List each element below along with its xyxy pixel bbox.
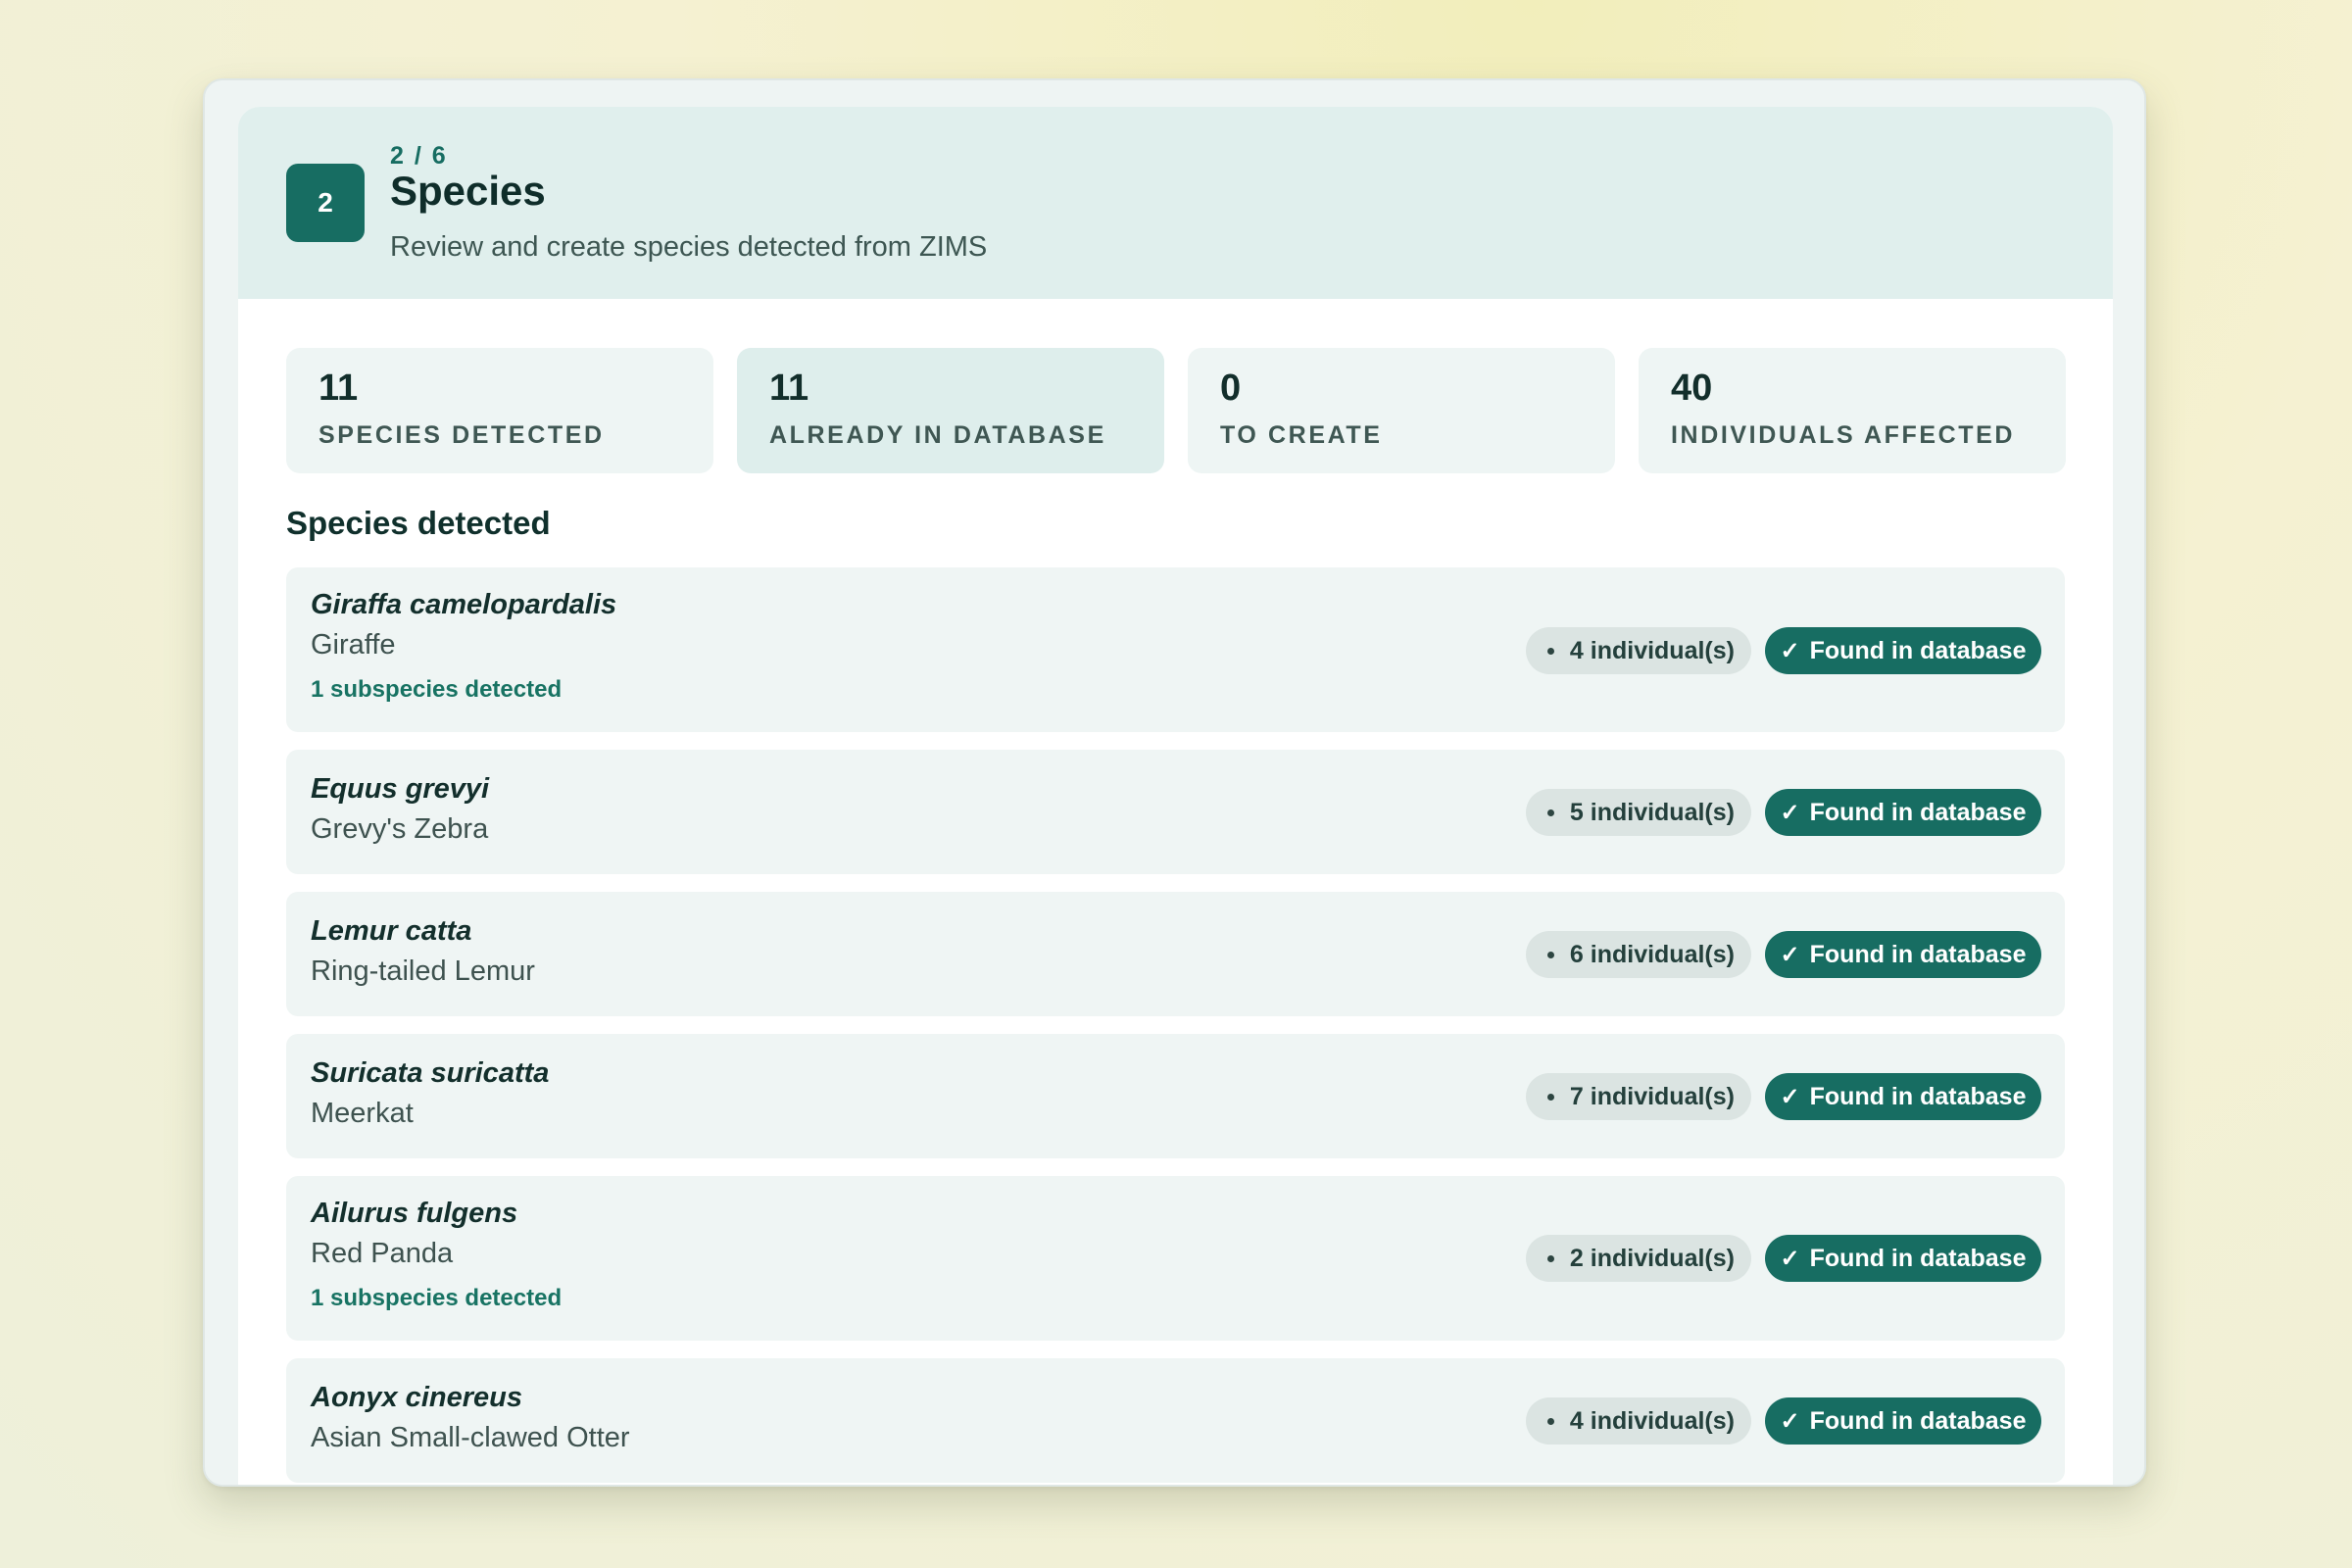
bullet-dot-icon	[1546, 951, 1554, 958]
stat-value: 11	[769, 368, 809, 409]
stat-label: TO CREATE	[1220, 421, 1383, 449]
status-label: Found in database	[1809, 940, 2027, 968]
stat-value: 0	[1220, 368, 1242, 409]
stat-label: ALREADY IN DATABASE	[769, 421, 1106, 449]
common-name: Asian Small-clawed Otter	[311, 1422, 630, 1453]
individuals-count-badge: 7 individual(s)	[1525, 1073, 1751, 1120]
individuals-count-label: 4 individual(s)	[1569, 636, 1735, 664]
individuals-count-badge: 5 individual(s)	[1525, 789, 1751, 836]
individuals-count-label: 2 individual(s)	[1569, 1244, 1735, 1272]
checkmark-icon: ✓	[1780, 1407, 1800, 1435]
species-row[interactable]: Equus grevyi Grevy's Zebra 5 individual(…	[286, 750, 2065, 874]
species-row[interactable]: Ailurus fulgens Red Panda 1 subspecies d…	[286, 1176, 2065, 1341]
status-badge: ✓ Found in database	[1765, 1235, 2041, 1282]
common-name: Ring-tailed Lemur	[311, 956, 535, 987]
status-badge: ✓ Found in database	[1765, 1397, 2041, 1445]
page-title: Species	[390, 168, 546, 214]
species-row[interactable]: Suricata suricatta Meerkat 7 individual(…	[286, 1034, 2065, 1158]
bullet-dot-icon	[1546, 1093, 1554, 1101]
section-title: Species detected	[286, 505, 551, 541]
status-label: Found in database	[1809, 1406, 2027, 1435]
scientific-name: Equus grevyi	[311, 773, 490, 805]
checkmark-icon: ✓	[1780, 1245, 1800, 1272]
stat-value: 40	[1671, 368, 1713, 409]
wizard-window: 2 2 / 6 Species Review and create specie…	[203, 78, 2146, 1487]
bullet-dot-icon	[1546, 808, 1554, 816]
bullet-dot-icon	[1546, 1417, 1554, 1425]
common-name: Giraffe	[311, 629, 396, 661]
individuals-count-label: 4 individual(s)	[1569, 1406, 1735, 1435]
step-progress: 2 / 6	[390, 142, 448, 170]
individuals-count-label: 7 individual(s)	[1569, 1082, 1735, 1110]
checkmark-icon: ✓	[1780, 941, 1800, 968]
stat-value: 11	[318, 368, 359, 409]
common-name: Red Panda	[311, 1238, 454, 1269]
stat-card-species-detected: 11 SPECIES DETECTED	[286, 348, 713, 473]
species-row[interactable]: Lemur catta Ring-tailed Lemur 6 individu…	[286, 892, 2065, 1016]
individuals-count-badge: 4 individual(s)	[1525, 1397, 1751, 1445]
status-label: Found in database	[1809, 636, 2027, 664]
species-row[interactable]: Aonyx cinereus Asian Small-clawed Otter …	[286, 1358, 2065, 1483]
status-label: Found in database	[1809, 1082, 2027, 1110]
page-subtitle: Review and create species detected from …	[390, 231, 988, 263]
individuals-count-badge: 6 individual(s)	[1525, 931, 1751, 978]
common-name: Grevy's Zebra	[311, 813, 489, 845]
bullet-dot-icon	[1546, 1254, 1554, 1262]
scientific-name: Suricata suricatta	[311, 1057, 550, 1089]
bullet-dot-icon	[1546, 647, 1554, 655]
individuals-count-badge: 2 individual(s)	[1525, 1235, 1751, 1282]
scientific-name: Ailurus fulgens	[311, 1198, 518, 1229]
stat-card-already-in-database: 11 ALREADY IN DATABASE	[737, 348, 1164, 473]
step-number-badge: 2	[286, 164, 365, 242]
checkmark-icon: ✓	[1780, 1083, 1800, 1110]
status-badge: ✓ Found in database	[1765, 789, 2041, 836]
scientific-name: Lemur catta	[311, 915, 472, 947]
stat-card-individuals-affected: 40 INDIVIDUALS AFFECTED	[1639, 348, 2066, 473]
stat-card-to-create: 0 TO CREATE	[1188, 348, 1615, 473]
status-label: Found in database	[1809, 798, 2027, 826]
stat-label: SPECIES DETECTED	[318, 421, 605, 449]
species-row[interactable]: Giraffa camelopardalis Giraffe 1 subspec…	[286, 567, 2065, 732]
scientific-name: Giraffa camelopardalis	[311, 589, 617, 620]
individuals-count-badge: 4 individual(s)	[1525, 627, 1751, 674]
checkmark-icon: ✓	[1780, 799, 1800, 826]
stat-label: INDIVIDUALS AFFECTED	[1671, 421, 2016, 449]
individuals-count-label: 5 individual(s)	[1569, 798, 1735, 826]
species-step-panel: 2 2 / 6 Species Review and create specie…	[238, 107, 2113, 1485]
status-badge: ✓ Found in database	[1765, 931, 2041, 978]
subspecies-link[interactable]: 1 subspecies detected	[311, 676, 562, 704]
common-name: Meerkat	[311, 1098, 414, 1129]
subspecies-link[interactable]: 1 subspecies detected	[311, 1285, 562, 1312]
status-badge: ✓ Found in database	[1765, 627, 2041, 674]
checkmark-icon: ✓	[1780, 637, 1800, 664]
scientific-name: Aonyx cinereus	[311, 1382, 522, 1413]
status-label: Found in database	[1809, 1244, 2027, 1272]
status-badge: ✓ Found in database	[1765, 1073, 2041, 1120]
step-header: 2 2 / 6 Species Review and create specie…	[238, 107, 2113, 299]
individuals-count-label: 6 individual(s)	[1569, 940, 1735, 968]
